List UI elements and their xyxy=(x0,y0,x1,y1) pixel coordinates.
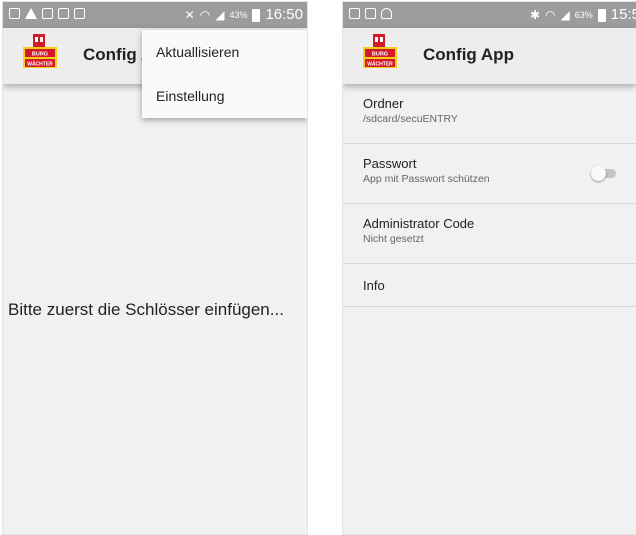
empty-state-message: Bitte zuerst die Schlösser einfügen... xyxy=(8,300,284,319)
password-toggle[interactable] xyxy=(591,166,616,181)
wifi-icon: ◠ xyxy=(545,8,556,22)
svg-text:WÄCHTER: WÄCHTER xyxy=(367,61,393,68)
toggle-thumb xyxy=(591,166,606,181)
status-bar: ✱ ◠ ◢ 63% 15:5 xyxy=(343,2,636,28)
status-bar: ✕ ◠ ◢ 43% 16:50 xyxy=(3,2,307,28)
menu-item-einstellung[interactable]: Einstellung xyxy=(142,74,307,118)
setting-summary: App mit Passwort schützen xyxy=(363,173,490,185)
android-icon xyxy=(381,8,392,19)
settings-list: Ordner /sdcard/secuENTRY Passwort App mi… xyxy=(343,84,636,307)
status-time: 15:5 xyxy=(610,6,636,23)
clipboard-icon xyxy=(365,8,376,19)
overflow-menu: Aktuallisieren Einstellung xyxy=(142,30,307,118)
setting-title: Passwort xyxy=(363,156,417,171)
status-time: 16:50 xyxy=(265,6,303,23)
menu-item-aktuallisieren[interactable]: Aktuallisieren xyxy=(142,30,307,74)
setting-title: Ordner xyxy=(363,96,404,111)
mute-icon: ✕ xyxy=(184,8,195,22)
svg-text:BURG: BURG xyxy=(32,52,48,58)
setting-passwort[interactable]: Passwort App mit Passwort schützen xyxy=(343,144,636,204)
battery-percent: 63% xyxy=(574,10,593,20)
app-title: Config App xyxy=(423,45,514,64)
wifi-icon: ◠ xyxy=(199,8,211,22)
setting-administrator-code[interactable]: Administrator Code Nicht gesetzt xyxy=(343,204,636,264)
burg-waechter-logo: BURG WÄCHTER xyxy=(363,34,397,68)
setting-info[interactable]: Info xyxy=(343,264,636,307)
setting-summary: Nicht gesetzt xyxy=(363,233,424,245)
phone-screen-right: ✱ ◠ ◢ 63% 15:5 BURG WÄCHTER Config App O… xyxy=(343,2,636,534)
clipboard-icon xyxy=(74,8,85,19)
battery-percent: 43% xyxy=(229,10,248,20)
mail-icon xyxy=(58,8,69,19)
phone-screen-left: ✕ ◠ ◢ 43% 16:50 BURG WÄCHTER Config A Ak… xyxy=(3,2,307,534)
svg-text:WÄCHTER: WÄCHTER xyxy=(27,61,53,68)
battery-icon xyxy=(252,8,261,22)
warning-icon xyxy=(25,8,37,19)
bluetooth-icon: ✱ xyxy=(530,8,541,22)
gallery-icon xyxy=(349,8,360,19)
sms-icon xyxy=(42,8,53,19)
setting-title: Info xyxy=(363,278,385,293)
gallery-icon xyxy=(9,8,20,19)
signal-icon: ◢ xyxy=(560,8,570,22)
burg-waechter-logo: BURG WÄCHTER xyxy=(23,34,57,68)
action-bar: BURG WÄCHTER Config App xyxy=(343,28,636,84)
signal-icon: ◢ xyxy=(215,8,225,22)
setting-summary: /sdcard/secuENTRY xyxy=(363,113,458,125)
svg-text:BURG: BURG xyxy=(372,52,388,58)
battery-icon xyxy=(597,8,606,22)
setting-title: Administrator Code xyxy=(363,216,475,231)
setting-ordner[interactable]: Ordner /sdcard/secuENTRY xyxy=(343,84,636,144)
